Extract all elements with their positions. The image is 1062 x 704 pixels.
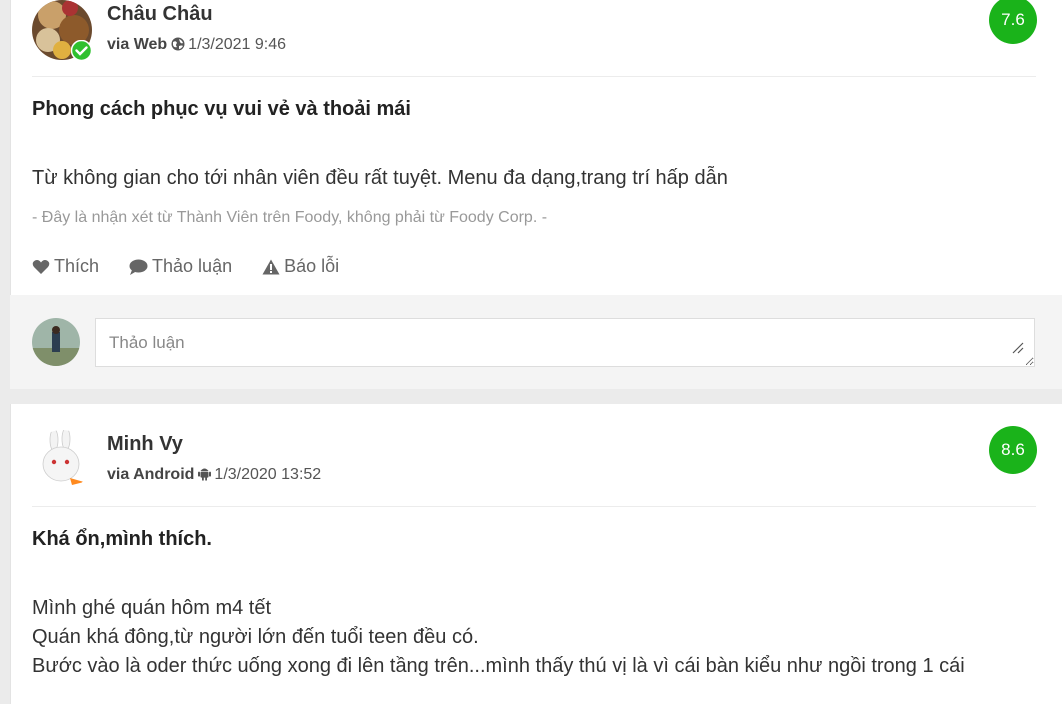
review-meta: via Android 1/3/2020 13:52 [107,466,321,484]
review-body-line: Quán khá đông,từ người lớn đến tuổi teen… [32,626,479,648]
like-label: Thích [54,256,100,276]
comment-icon [129,259,148,275]
report-button[interactable]: Báo lỗi [262,256,339,277]
discuss-label: Thảo luận [152,256,233,276]
review-title[interactable]: Khá ổn,mình thích. [32,528,212,551]
report-label: Báo lỗi [284,256,340,276]
review-datetime: 1/3/2020 13:52 [214,466,322,483]
review-body: Mình ghé quán hôm m4 tết Quán khá đông,t… [32,594,965,681]
verified-icon [71,40,92,61]
divider [32,506,1036,507]
current-user-avatar [32,318,80,366]
divider [32,76,1036,77]
disclaimer: - Đây là nhận xét từ Thành Viên trên Foo… [32,209,548,226]
discuss-button[interactable]: Thảo luận [129,256,232,277]
resize-handle-icon[interactable] [1010,340,1024,354]
review-meta: via Web 1/3/2021 9:46 [107,36,286,54]
review-body: Từ không gian cho tới nhân viên đều rất … [32,164,728,193]
android-icon [198,468,212,481]
discuss-input[interactable] [95,318,1035,367]
score-badge: 8.6 [989,426,1037,474]
via-platform: via Android [107,466,195,483]
globe-icon [171,37,185,51]
like-button[interactable]: Thích [32,256,99,277]
review-datetime: 1/3/2021 9:46 [188,36,287,53]
review-title[interactable]: Phong cách phục vụ vui vẻ và thoải mái [32,98,411,121]
review-body-line: Từ không gian cho tới nhân viên đều rất … [32,167,728,189]
warning-icon [262,259,280,274]
user-name[interactable]: Châu Châu [107,3,213,26]
via-platform: via Web [107,36,168,53]
review-actions: Thích Thảo luận Báo lỗi [32,256,339,277]
review-body-line: Mình ghé quán hôm m4 tết [32,597,272,619]
avatar[interactable] [32,430,92,490]
heart-icon [32,259,50,274]
user-name[interactable]: Minh Vy [107,433,183,456]
